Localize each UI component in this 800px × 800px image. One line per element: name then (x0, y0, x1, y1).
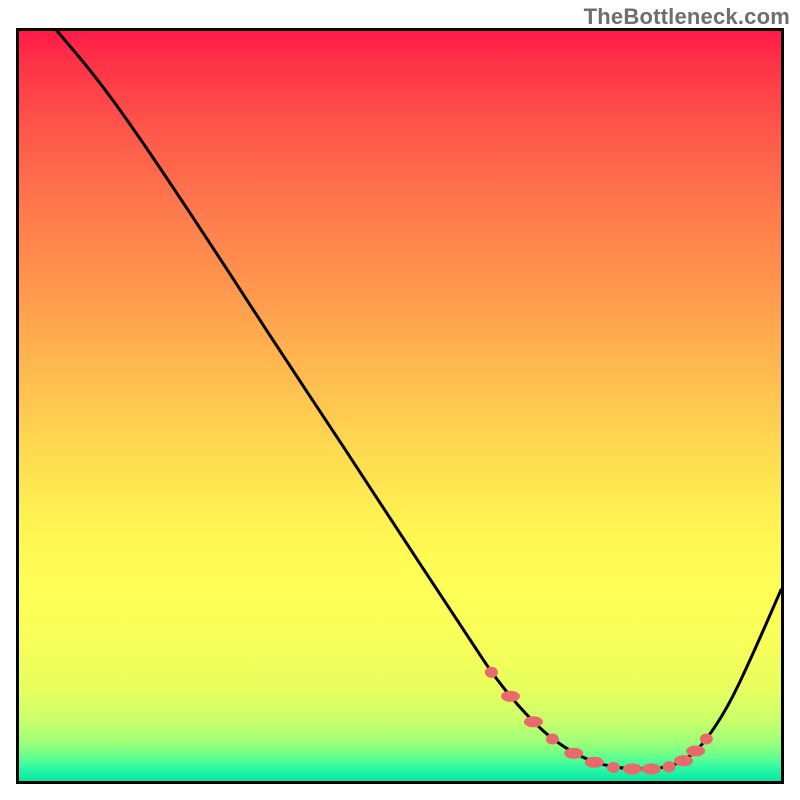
chart-container: TheBottleneck.com (0, 0, 800, 800)
highlight-dot (674, 755, 693, 766)
highlight-dot (585, 757, 604, 768)
plot-area (16, 28, 784, 784)
highlight-dot (623, 764, 642, 775)
highlight-dots-group (485, 667, 713, 775)
highlight-dot (700, 734, 713, 745)
highlight-dot (524, 716, 543, 727)
highlight-dot (686, 746, 705, 757)
watermark-text: TheBottleneck.com (584, 4, 790, 30)
highlight-dot (642, 764, 661, 775)
highlight-dot (564, 748, 583, 759)
highlight-dot (485, 667, 498, 678)
curve-line (57, 31, 781, 769)
highlight-dot (607, 762, 620, 773)
highlight-dot (501, 691, 520, 702)
highlight-dot (663, 761, 676, 772)
highlight-dot (546, 734, 559, 745)
chart-svg (19, 31, 781, 781)
